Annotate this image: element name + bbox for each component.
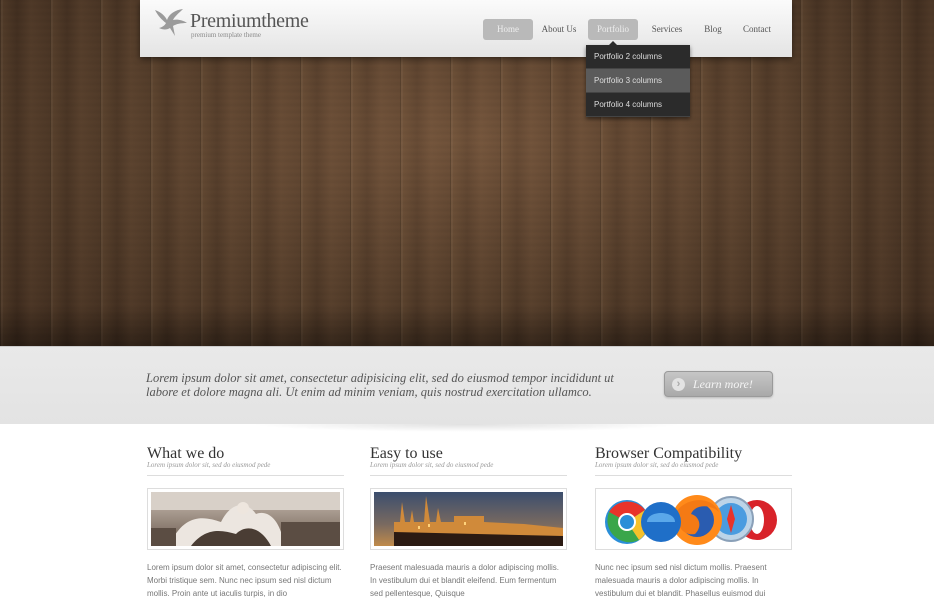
column-text: Lorem ipsum dolor sit amet, consectetur … (147, 563, 342, 598)
nav-blog[interactable]: Blog (698, 19, 728, 40)
column-subtitle: Lorem ipsum dolor sit, sed do eiusmod pe… (370, 461, 567, 476)
site-header: Premiumtheme premium template theme Home… (140, 0, 792, 57)
dropdown-item-portfolio-2[interactable]: Portfolio 2 columns (586, 45, 690, 69)
column-subtitle: Lorem ipsum dolor sit, sed do eiusmod pe… (595, 461, 792, 476)
nav-about-us[interactable]: About Us (538, 19, 580, 40)
nav-home[interactable]: Home (483, 19, 533, 40)
feature-column-browser-compatibility: Browser Compatibility Lorem ipsum dolor … (595, 445, 792, 600)
statue-fountain-image (151, 492, 340, 546)
column-text: Praesent malesuada mauris a dolor adipis… (370, 563, 559, 598)
column-image-frame[interactable] (595, 488, 792, 550)
nav-contact[interactable]: Contact (739, 19, 775, 40)
feature-column-what-we-do: What we do Lorem ipsum dolor sit, sed do… (147, 445, 344, 600)
column-image-frame[interactable] (370, 488, 567, 550)
dropdown-item-portfolio-3[interactable]: Portfolio 3 columns (586, 69, 690, 93)
column-image-frame[interactable] (147, 488, 344, 550)
tagline-text: Lorem ipsum dolor sit amet, consectetur … (146, 371, 614, 399)
dropdown-item-portfolio-4[interactable]: Portfolio 4 columns (586, 93, 690, 117)
arrow-circle-icon: › (672, 378, 685, 391)
tagline-band: Lorem ipsum dolor sit amet, consectetur … (0, 346, 934, 432)
feature-column-easy-to-use: Easy to use Lorem ipsum dolor sit, sed d… (370, 445, 567, 600)
learn-more-label: Learn more! (693, 377, 753, 391)
brand-subtitle: premium template theme (191, 31, 261, 39)
brand-title[interactable]: Premiumtheme (190, 10, 309, 33)
nav-portfolio[interactable]: Portfolio (588, 19, 638, 40)
browser-logos-image (599, 492, 788, 546)
bird-logo-icon (155, 9, 187, 36)
nav-services[interactable]: Services (647, 19, 687, 40)
column-text: Nunc nec ipsum sed nisl dictum mollis. P… (595, 563, 767, 598)
column-subtitle: Lorem ipsum dolor sit, sed do eiusmod pe… (147, 461, 344, 476)
learn-more-button[interactable]: › Learn more! (664, 371, 773, 397)
portfolio-dropdown: Portfolio 2 columns Portfolio 3 columns … (586, 41, 690, 117)
castle-night-image (374, 492, 563, 546)
